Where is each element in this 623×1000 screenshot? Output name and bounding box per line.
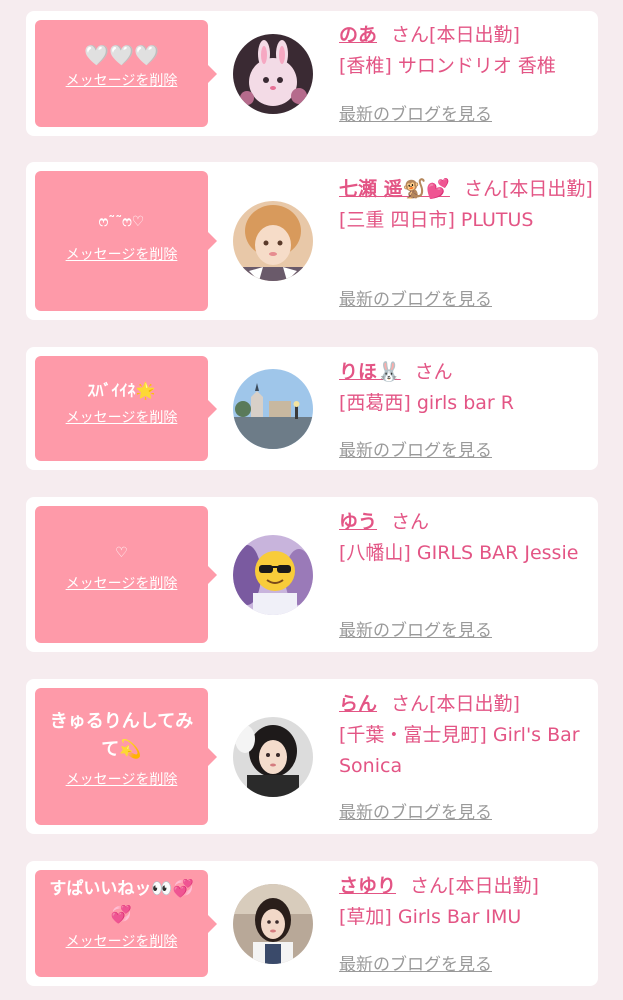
selfie-avatar-icon: [233, 201, 313, 281]
shop-name: [八幡山] GIRLS BAR Jessie: [339, 542, 579, 564]
message-card: きゅるりんしてみて💫 メッセージを削除 らん さん[本日出勤] [千葉・富士見町]…: [26, 679, 598, 834]
latest-blog-link[interactable]: 最新のブログを見る: [339, 436, 492, 461]
latest-blog-link[interactable]: 最新のブログを見る: [339, 616, 492, 641]
cast-name-link[interactable]: のあ: [339, 24, 377, 46]
message-bubble: きゅるりんしてみて💫 メッセージを削除: [35, 688, 217, 825]
san-label: さん: [391, 24, 430, 46]
attendance-badge: [本日出勤]: [448, 875, 539, 897]
message-card: ♡ メッセージを削除 ゆう さん [八幡山] GIRLS BAR Jessie 最…: [26, 497, 598, 652]
latest-blog-link[interactable]: 最新のブログを見る: [339, 100, 492, 125]
delete-message-link[interactable]: メッセージを削除: [66, 245, 178, 265]
scenery-avatar-icon: [233, 369, 313, 449]
cast-name-link[interactable]: りほ🐰: [339, 361, 401, 383]
message-bubble: ♡ メッセージを削除: [35, 506, 217, 643]
message-bubble: すぱいいねッ👀💞💞 メッセージを削除: [35, 870, 217, 977]
message-text: 🤍🤍🤍: [84, 43, 159, 67]
avatar[interactable]: [233, 717, 313, 797]
cast-info: さゆり さん[本日出勤] [草加] Girls Bar IMU: [339, 871, 593, 933]
message-text: ♡: [115, 545, 128, 561]
avatar[interactable]: [233, 884, 313, 964]
san-label: さん: [391, 693, 430, 715]
message-card: すぱいいねッ👀💞💞 メッセージを削除 さゆり さん[本日出勤] [草加] Girl…: [26, 861, 598, 986]
cast-info: 七瀬 遥🐒💕 さん[本日出勤] [三重 四日市] PLUTUS: [339, 174, 593, 236]
shop-name: [千葉・富士見町] Girl's Bar Sonica: [339, 724, 580, 777]
message-text: ｽﾊﾞｲｲﾈ🌟: [87, 381, 156, 400]
delete-message-link[interactable]: メッセージを削除: [66, 932, 178, 952]
cast-info: ゆう さん [八幡山] GIRLS BAR Jessie: [339, 507, 593, 569]
san-label: さん: [414, 361, 453, 383]
sunglasses-emoji-avatar-icon: [233, 535, 313, 615]
latest-blog-link[interactable]: 最新のブログを見る: [339, 950, 492, 975]
message-bubble: 🤍🤍🤍 メッセージを削除: [35, 20, 217, 127]
avatar[interactable]: [233, 369, 313, 449]
cast-name-link[interactable]: さゆり: [339, 875, 396, 897]
delete-message-link[interactable]: メッセージを削除: [66, 71, 178, 91]
message-text: すぱいいねッ👀💞💞: [49, 879, 194, 925]
avatar[interactable]: [233, 535, 313, 615]
message-card: 🤍🤍🤍 メッセージを削除 のあさん[本日出勤] [香椎] サロンドリオ 香椎: [26, 11, 598, 136]
shop-name: [草加] Girls Bar IMU: [339, 906, 522, 928]
cast-info: りほ🐰 さん [西葛西] girls bar R: [339, 357, 593, 419]
cast-name-link[interactable]: 七瀬 遥🐒💕: [339, 178, 450, 200]
delete-message-link[interactable]: メッセージを削除: [66, 770, 178, 790]
message-list: 🤍🤍🤍 メッセージを削除 のあさん[本日出勤] [香椎] サロンドリオ 香椎: [0, 0, 623, 1000]
delete-message-link[interactable]: メッセージを削除: [66, 574, 178, 594]
san-label: さん: [463, 178, 502, 200]
delete-message-link[interactable]: メッセージを削除: [66, 408, 178, 428]
portrait-avatar-icon: [233, 884, 313, 964]
latest-blog-link[interactable]: 最新のブログを見る: [339, 285, 492, 310]
bunny-avatar-icon: [233, 34, 313, 114]
cast-info: のあ さん[本日出勤] [香椎] サロンドリオ 香椎: [339, 20, 593, 82]
cast-info: らん さん[本日出勤] [千葉・富士見町] Girl's Bar Sonica: [339, 689, 593, 782]
san-label: さん: [410, 875, 449, 897]
cast-name-link[interactable]: らん: [339, 693, 377, 715]
avatar[interactable]: [233, 201, 313, 281]
message-card: ｽﾊﾞｲｲﾈ🌟 メッセージを削除 りほ🐰 さん [西葛西] girls bar R…: [26, 347, 598, 470]
attendance-badge: [本日出勤]: [501, 178, 593, 200]
cast-name-link[interactable]: ゆう: [339, 511, 377, 533]
message-text: ෆ˜˜ෆ♡: [98, 214, 145, 230]
shop-name: [香椎] サロンドリオ 香椎: [339, 55, 556, 77]
message-card: ෆ˜˜ෆ♡ メッセージを削除 七瀬 遥🐒💕 さん[本日出勤] [三重 四日市] P…: [26, 162, 598, 320]
message-text: きゅるりんしてみて💫: [49, 711, 194, 760]
portrait-avatar-icon: [233, 717, 313, 797]
attendance-badge: [本日出勤]: [429, 24, 520, 46]
avatar[interactable]: [233, 34, 313, 114]
attendance-badge: [本日出勤]: [429, 693, 520, 715]
san-label: さん: [391, 511, 430, 533]
shop-name: [西葛西] girls bar R: [339, 392, 514, 414]
shop-name: [三重 四日市] PLUTUS: [339, 209, 534, 231]
latest-blog-link[interactable]: 最新のブログを見る: [339, 798, 492, 823]
message-bubble: ｽﾊﾞｲｲﾈ🌟 メッセージを削除: [35, 356, 217, 461]
message-bubble: ෆ˜˜ෆ♡ メッセージを削除: [35, 171, 217, 311]
